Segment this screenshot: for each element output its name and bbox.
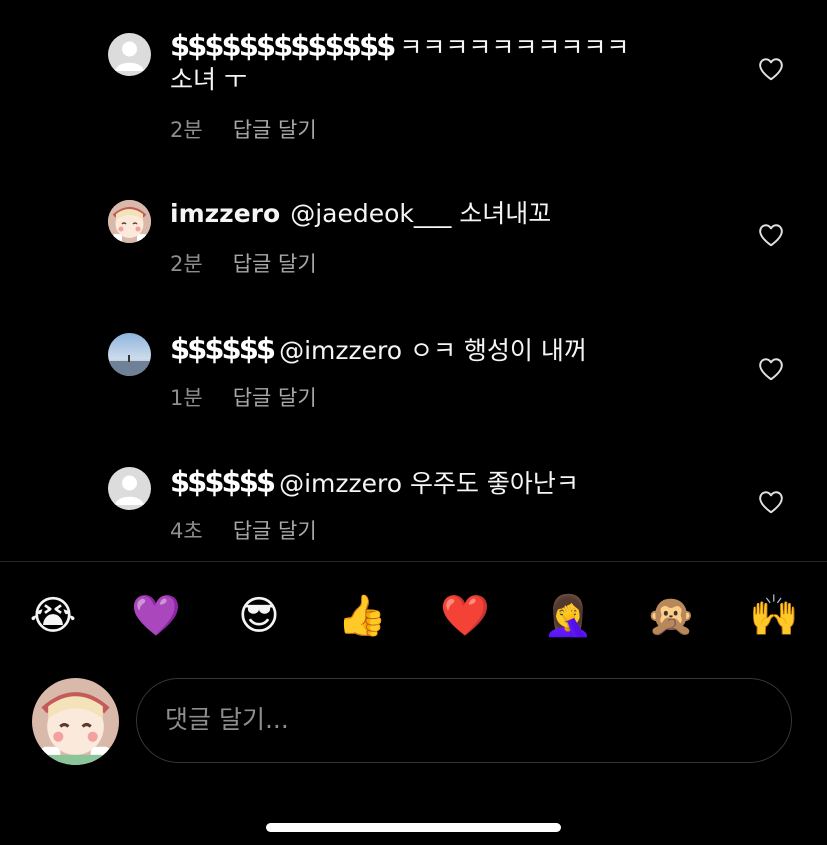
comment-meta: 2분 답글 달기 [170, 248, 317, 278]
comment-message: ㅋㅋㅋㅋㅋㅋㅋㅋㅋㅋ [399, 33, 630, 62]
comment-message: @imzzero ㅇㅋ 행성이 내꺼 [279, 336, 587, 365]
default-avatar[interactable] [108, 33, 151, 76]
divider [0, 561, 827, 562]
comment-meta: 1분 답글 달기 [170, 382, 317, 412]
comment-time: 4초 [170, 519, 203, 543]
heart-icon[interactable] [758, 57, 784, 81]
comment-item: $$$$$$ @imzzero ㅇㅋ 행성이 내꺼 1분 답글 달기 [0, 315, 827, 425]
default-profile-icon [115, 41, 144, 71]
comment-input[interactable]: 댓글 달기... [136, 678, 792, 763]
username-redacted[interactable]: $$$$$$ [170, 332, 276, 366]
comment-username[interactable]: imzzero [170, 199, 280, 228]
composer-avatar [32, 678, 119, 765]
comment-message: 소녀 ㅜ [170, 65, 247, 94]
cartoon-avatar[interactable] [108, 200, 151, 243]
reply-button[interactable]: 답글 달기 [233, 386, 317, 410]
comment-item: $$$$$$ @imzzero 우주도 좋아난ㅋ 4초 답글 달기 [0, 450, 827, 560]
username-redacted[interactable]: $$$$$$ [170, 465, 276, 499]
home-indicator[interactable] [266, 823, 561, 832]
reply-button[interactable]: 답글 달기 [233, 252, 317, 276]
emoji-crying[interactable]: 😭 [27, 590, 79, 642]
comment-message: @jaedeok___ 소녀내꼬 [290, 199, 552, 228]
default-profile-icon [115, 475, 144, 505]
comment-item: $$$$$$$$$$$$$ ㅋㅋㅋㅋㅋㅋㅋㅋㅋㅋ 소녀 ㅜ 2분 답글 달기 [0, 0, 827, 150]
comment-text: $$$$$$ @imzzero ㅇㅋ 행성이 내꺼 [170, 332, 587, 368]
emoji-red-heart[interactable]: ❤️ [439, 590, 491, 642]
reply-button[interactable]: 답글 달기 [233, 519, 317, 543]
default-avatar[interactable] [108, 467, 151, 510]
comment-time: 2분 [170, 118, 203, 142]
landscape-avatar[interactable] [108, 333, 151, 376]
comment-item: imzzero @jaedeok___ 소녀내꼬 2분 답글 달기 [0, 180, 827, 290]
reply-button[interactable]: 답글 달기 [233, 118, 317, 142]
comment-text: $$$$$$ @imzzero 우주도 좋아난ㅋ [170, 465, 579, 501]
emoji-sunglasses[interactable]: 😎 [233, 590, 285, 642]
comment-text: $$$$$$$$$$$$$ ㅋㅋㅋㅋㅋㅋㅋㅋㅋㅋ [170, 29, 629, 65]
heart-icon[interactable] [758, 223, 784, 247]
comment-text-line2: 소녀 ㅜ [170, 63, 247, 97]
emoji-purple-heart[interactable]: 💜 [130, 590, 182, 642]
emoji-speak-no-evil-monkey[interactable]: 🙊 [645, 590, 697, 642]
heart-icon[interactable] [758, 490, 784, 514]
comment-text: imzzero @jaedeok___ 소녀내꼬 [170, 197, 551, 231]
heart-icon[interactable] [758, 357, 784, 381]
emoji-thumbs-up[interactable]: 👍 [336, 590, 388, 642]
comment-time: 2분 [170, 252, 203, 276]
quick-reaction-bar: 😭 💜 😎 👍 ❤️ 🤦‍♀️ 🙊 🙌 [0, 590, 827, 642]
username-redacted[interactable]: $$$$$$$$$$$$$ [170, 29, 396, 63]
comment-meta: 4초 답글 달기 [170, 515, 317, 545]
comment-time: 1분 [170, 386, 203, 410]
emoji-raising-hands[interactable]: 🙌 [748, 590, 800, 642]
emoji-facepalm[interactable]: 🤦‍♀️ [542, 590, 594, 642]
comment-meta: 2분 답글 달기 [170, 114, 317, 144]
comment-message: @imzzero 우주도 좋아난ㅋ [279, 469, 579, 498]
